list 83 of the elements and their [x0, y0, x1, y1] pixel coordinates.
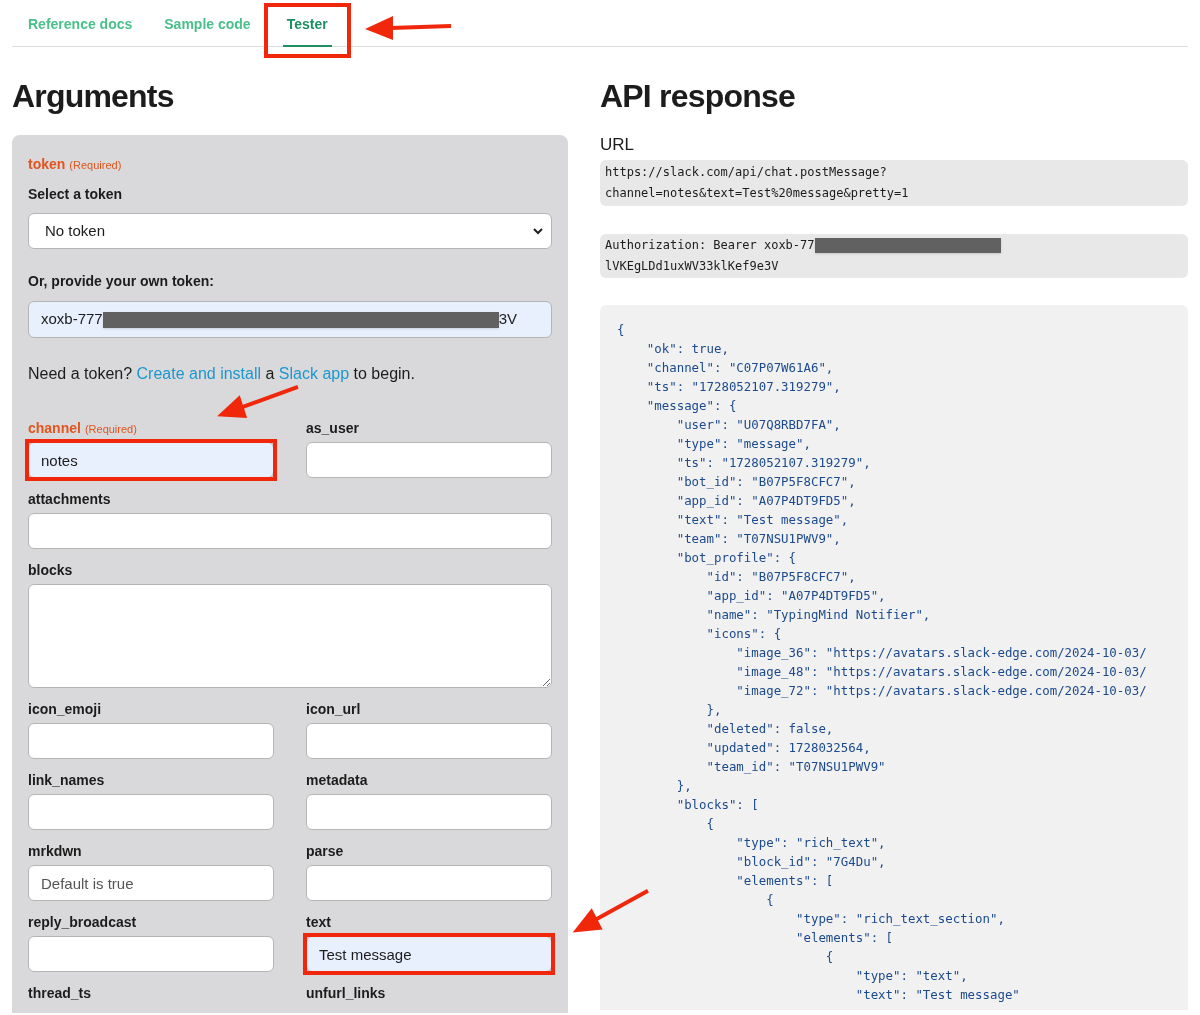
chevron-down-icon — [533, 227, 543, 235]
code-line: "image_48": "https://avatars.slack-edge.com/2024-10-03/ — [735, 663, 1148, 681]
code-line: "deleted": false, — [705, 720, 835, 738]
field-label: metadata — [306, 771, 368, 790]
input-field[interactable] — [28, 723, 274, 759]
input-field[interactable]: notes — [28, 442, 274, 478]
field-label: thread_ts — [28, 984, 92, 1003]
code-line: "message": { — [645, 397, 738, 415]
code-line: "app_id": "A07P4DT9FD5", — [705, 587, 887, 605]
required-note: (Required) — [69, 158, 122, 173]
auth-line: lVKEgLDd1uxWV33klKef9e3V — [605, 258, 780, 275]
code-line: "type": "rich_text_section", — [795, 910, 1006, 928]
code-line: { — [824, 948, 835, 966]
code-line: "channel": "C07P07W61A6", — [645, 359, 835, 377]
token-select[interactable]: No token — [28, 213, 552, 249]
field-label: token — [28, 155, 66, 174]
code-line: "elements": [ — [795, 929, 894, 947]
code-line: "image_72": "https://avatars.slack-edge.com/2024-10-03/ — [735, 682, 1148, 700]
field-label: Select a token — [28, 185, 124, 204]
code-line: "image_36": "https://avatars.slack-edge.com/2024-10-03/ — [735, 644, 1148, 662]
input-field[interactable] — [306, 794, 552, 830]
arguments-heading: Arguments — [12, 77, 175, 115]
code-line: { — [765, 891, 775, 909]
code-line: "bot_id": "B07P5F8CFC7", — [675, 473, 857, 491]
input-field[interactable] — [28, 936, 274, 972]
link[interactable]: Slack app — [278, 365, 350, 382]
field-label: attachments — [28, 490, 111, 509]
url-line: channel=notes&text=Test%20message&pretty=1 — [605, 185, 910, 202]
code-line: "user": "U07Q8RBD7FA", — [675, 416, 842, 434]
required-note: (Required) — [84, 422, 137, 437]
field-label: parse — [306, 842, 344, 861]
input-field[interactable]: Default is true — [28, 865, 274, 901]
tab[interactable]: Tester — [282, 0, 332, 47]
code-line: { — [617, 321, 626, 339]
field-label: Or, provide your own token: — [28, 272, 215, 291]
code-line: "app_id": "A07P4DT9FD5", — [675, 492, 857, 510]
input-field[interactable] — [306, 723, 552, 759]
field-label: unfurl_links — [306, 984, 386, 1003]
code-line: "name": "TypingMind Notifier", — [705, 606, 932, 624]
auth-line: Authorization: Bearer xoxb-77 — [605, 237, 815, 254]
tab[interactable]: Reference docs — [28, 0, 133, 47]
field-label: text — [306, 913, 331, 932]
input-field[interactable]: Test message — [306, 936, 552, 972]
code-line: "bot_profile": { — [675, 549, 798, 567]
field-label: reply_broadcast — [28, 913, 137, 932]
field-label: as_user — [306, 419, 359, 438]
field-label: blocks — [28, 561, 73, 580]
url-line: https://slack.com/api/chat.postMessage? — [605, 164, 888, 181]
code-line: "block_id": "7G4Du", — [735, 853, 887, 871]
api-response-heading: API response — [600, 77, 796, 115]
field-label: mrkdwn — [28, 842, 82, 861]
code-line: "type": "text", — [854, 967, 969, 985]
tab[interactable]: Sample code — [164, 0, 251, 47]
input-field[interactable] — [28, 513, 552, 549]
code-line: }, — [705, 701, 723, 719]
code-line: "id": "B07P5F8CFC7", — [705, 568, 857, 586]
code-line: "updated": 1728032564, — [705, 739, 872, 757]
code-line: "team": "T07NSU1PWV9", — [675, 530, 842, 548]
input-field[interactable] — [28, 794, 274, 830]
code-line: "type": "rich_text", — [735, 834, 887, 852]
field-label: icon_emoji — [28, 700, 102, 719]
link[interactable]: Create and install — [136, 365, 262, 382]
field-label: channel — [28, 419, 81, 438]
url-label: URL — [600, 135, 635, 155]
field-label: link_names — [28, 771, 105, 790]
text-area[interactable] — [28, 584, 552, 688]
input-field[interactable] — [306, 442, 552, 478]
code-line: "ts": "1728052107.319279", — [675, 454, 872, 472]
code-line: "icons": { — [705, 625, 783, 643]
code-line: "team_id": "T07NSU1PWV9" — [705, 758, 887, 776]
code-line: "elements": [ — [735, 872, 835, 890]
help-text: Need a token? Create and install a Slack app to begin. — [28, 364, 416, 384]
token-field[interactable]: xoxb-777 3V — [28, 301, 552, 338]
code-line: "blocks": [ — [675, 796, 760, 814]
code-line: "type": "message", — [675, 435, 812, 453]
code-line: { — [705, 815, 715, 833]
code-line: "text": "Test message" — [854, 986, 1021, 1004]
code-line: "ok": true, — [645, 340, 730, 358]
input-field[interactable] — [306, 865, 552, 901]
code-line: "ts": "1728052107.319279", — [645, 378, 842, 396]
field-label: icon_url — [306, 700, 361, 719]
code-line: }, — [675, 777, 693, 795]
code-line: "text": "Test message", — [675, 511, 850, 529]
